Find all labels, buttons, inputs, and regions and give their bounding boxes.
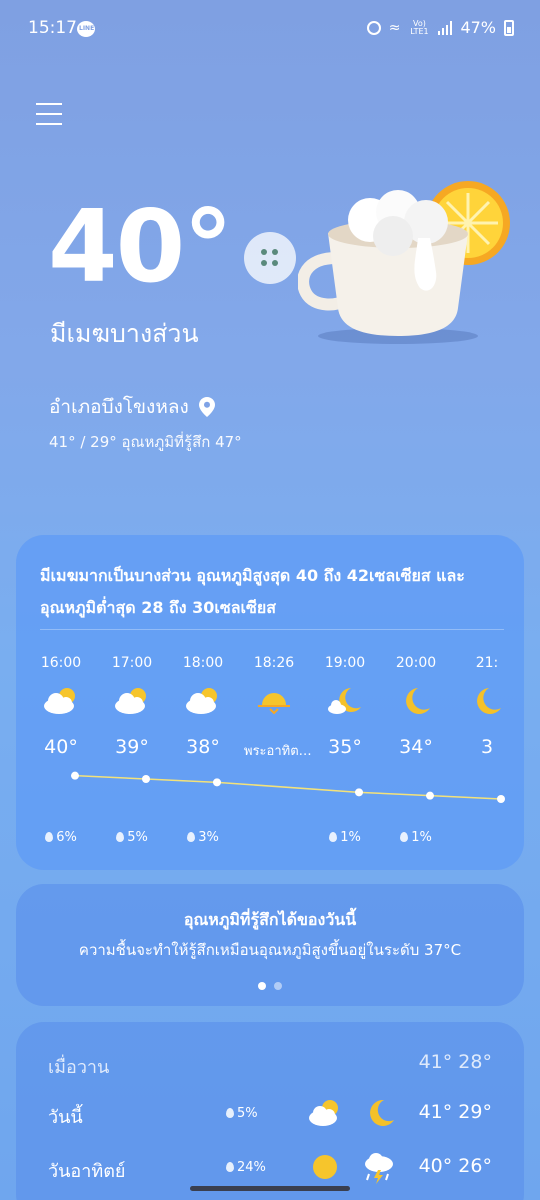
hour-time: 16:00 [40, 655, 82, 671]
feels-like-description: ความชื้นจะทำให้รู้สึกเหมือนอุณหภูมิสูงขึ… [78, 941, 462, 959]
raindrop-icon [187, 832, 196, 842]
divider [40, 629, 504, 630]
hour-temp: 35° [328, 736, 362, 758]
trend-point [355, 788, 363, 797]
raindrop-icon [226, 1162, 234, 1172]
daily-forecast-card[interactable]: เมื่อวาน 41° 28° วันนี้ 5% 41° 29° วันอา… [16, 1022, 524, 1200]
status-icons: ≈ Vo) LTE1 47% [366, 18, 514, 37]
hourly-scroller[interactable]: 16:00 40° 6% 17:00 39° 5% 18:00 38° 3% 18:26 พระอา… [16, 655, 524, 855]
trend-polyline [74, 774, 502, 800]
partly-cloudy-icon [173, 685, 233, 729]
hourly-item: 17:00 39° [102, 655, 162, 760]
day-temps: 41° 29° [418, 1101, 492, 1123]
raindrop-icon [45, 832, 54, 842]
hour-time: 18:26 [253, 655, 295, 671]
hourly-item: 21: 3 [457, 655, 517, 760]
hour-rain-chance: 5% [102, 830, 162, 845]
hour-temp: 38° [186, 736, 220, 758]
hour-time: 18:00 [182, 655, 224, 671]
hourly-item: 16:00 40° [31, 655, 91, 760]
sunset-icon [244, 685, 304, 729]
hourly-item: 19:00 35° [315, 655, 375, 760]
trend-point [71, 771, 79, 780]
location-name: อำเภอบึงโขงหลง [49, 396, 189, 418]
day-name: วันอาทิตย์ [48, 1161, 126, 1182]
temperature-trend-line [71, 771, 505, 803]
partly-cloudy-icon [31, 685, 91, 729]
sun-icon [306, 1150, 344, 1184]
alarm-icon [366, 20, 381, 35]
status-bar: 15:17 LINE ≈ Vo) LTE1 47% [0, 0, 540, 60]
raindrop-icon [226, 1108, 234, 1118]
feels-like-title: อุณหภูมิที่รู้สึกได้ของวันนี้ [183, 910, 357, 929]
hour-rain-chance: 1% [386, 830, 446, 845]
thunderstorm-icon [360, 1150, 398, 1184]
forecast-summary: มีเมฆมากเป็นบางส่วน อุณหภูมิสูงสุด 40 ถึ… [40, 566, 465, 617]
day-temps: 41° 28° [418, 1051, 492, 1073]
hour-rain-chance: 6% [31, 830, 91, 845]
current-temperature: 40° [48, 188, 233, 305]
more-options-button[interactable] [244, 232, 296, 284]
hour-temp: 40° [44, 736, 78, 758]
hour-time: 19:00 [324, 655, 366, 671]
moon-icon [360, 1096, 398, 1130]
hour-temp: 3 [480, 736, 494, 758]
raindrop-icon [329, 832, 338, 842]
signal-icon [438, 20, 453, 35]
moon-icon [386, 685, 446, 729]
day-name: เมื่อวาน [48, 1057, 110, 1078]
hour-rain-chance: 1% [315, 830, 375, 845]
day-name: วันนี้ [48, 1107, 83, 1128]
battery-icon [504, 19, 514, 36]
hour-time: 20:00 [395, 655, 437, 671]
moon-icon [457, 685, 517, 729]
high-low-feels: 41° / 29° อุณหภูมิที่รู้สึก 47° [49, 433, 242, 451]
page-dot [274, 982, 282, 990]
hourly-item: 18:26 พระอาทิต… [244, 655, 312, 760]
hour-time: 21: [475, 655, 499, 671]
hour-temp: 39° [115, 736, 149, 758]
partly-cloudy-icon [306, 1096, 344, 1130]
day-temps: 40° 26° [418, 1155, 492, 1177]
day-rain-chance: 5% [226, 1106, 258, 1121]
page-indicator [16, 982, 524, 990]
current-condition: มีเมฆบางส่วน [50, 319, 199, 348]
moon-cloud-icon [315, 685, 375, 729]
hour-time: 17:00 [111, 655, 153, 671]
hour-temp: พระอาทิต… [244, 744, 312, 759]
daily-row-yesterday[interactable]: เมื่อวาน 41° 28° [16, 1044, 524, 1084]
day-rain-chance: 24% [226, 1160, 266, 1175]
menu-icon[interactable] [36, 103, 62, 127]
raindrop-icon [400, 832, 409, 842]
feels-like-card[interactable]: อุณหภูมิที่รู้สึกได้ของวันนี้ ความชื้นจะ… [16, 884, 524, 1006]
weather-illustration [297, 178, 520, 348]
partly-cloudy-icon [102, 685, 162, 729]
trend-point [497, 795, 505, 803]
hourly-item: 20:00 34° [386, 655, 446, 760]
daily-row-sunday[interactable]: วันอาทิตย์ 24% 40° 26° [16, 1148, 524, 1188]
line-app-icon: LINE [77, 21, 95, 37]
hour-rain-chance: 3% [173, 830, 233, 845]
home-indicator[interactable] [190, 1186, 350, 1191]
location-row[interactable]: อำเภอบึงโขงหลง [49, 392, 215, 422]
trend-point [213, 778, 221, 787]
hourly-item: 18:00 38° [173, 655, 233, 760]
lte-indicator: Vo) LTE1 [410, 18, 429, 36]
wifi-icon: ≈ [388, 19, 401, 36]
battery-percent: 47% [460, 18, 496, 37]
raindrop-icon [116, 832, 125, 842]
hourly-forecast-card[interactable]: มีเมฆมากเป็นบางส่วน อุณหภูมิสูงสุด 40 ถึ… [16, 535, 524, 870]
location-pin-icon [198, 397, 215, 417]
page-dot-active [258, 982, 266, 990]
trend-point [142, 775, 150, 783]
status-time: 15:17 [28, 18, 77, 38]
daily-row-today[interactable]: วันนี้ 5% 41° 29° [16, 1094, 524, 1134]
trend-point [426, 791, 434, 800]
hour-temp: 34° [399, 736, 433, 758]
